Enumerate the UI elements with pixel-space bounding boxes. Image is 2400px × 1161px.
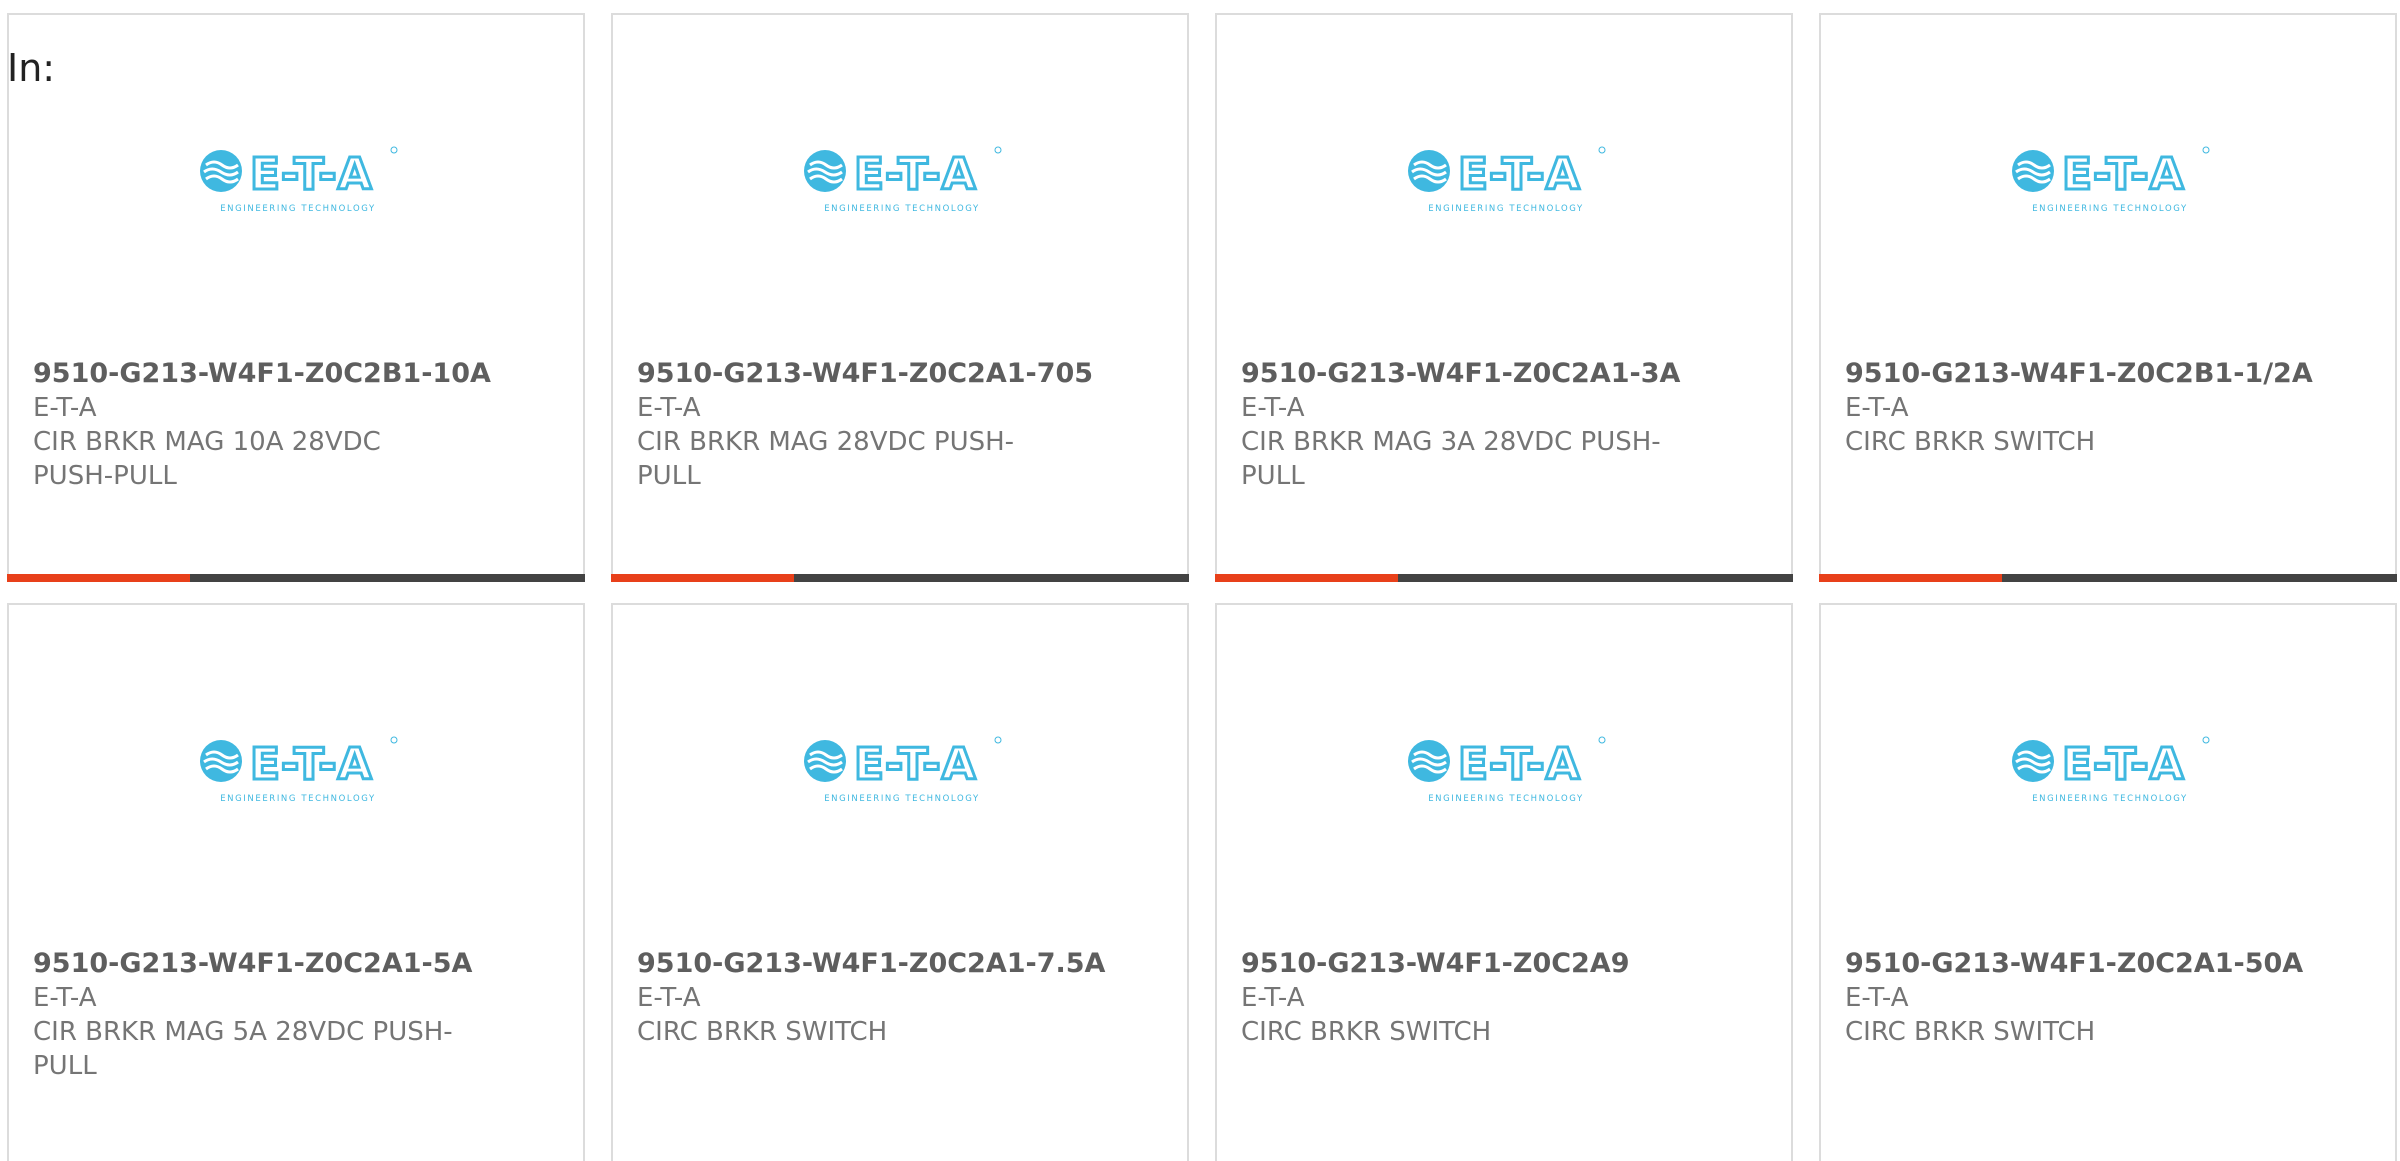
manufacturer-name: E-T-A [33, 393, 97, 423]
svg-text:E-T-A: E-T-A [1458, 739, 1581, 790]
product-info: 9510-G213-W4F1-Z0C2A9 E-T-A CIRC BRKR SWIT… [1241, 947, 1691, 1049]
product-info: 9510-G213-W4F1-Z0C2A1-7.5A E-T-A CIRC BRKR… [637, 947, 1105, 1049]
eta-logo-image: E-T-A ENGINEERING TECHNOLOGY [1406, 735, 1606, 807]
svg-text:E-T-A: E-T-A [854, 739, 977, 790]
product-description: CIRC BRKR SWITCH [1241, 1017, 1492, 1047]
eta-logo-icon [804, 150, 846, 192]
svg-text:E-T-A: E-T-A [2062, 149, 2185, 200]
product-description: CIRC BRKR SWITCH [1845, 1017, 2096, 1047]
product-card[interactable]: E-T-A ENGINEERING TECHNOLOGY 9510-G213-W4F… [1215, 13, 1793, 582]
product-card[interactable]: E-T-A ENGINEERING TECHNOLOGY 9510-G213-W4F… [1819, 603, 2397, 1161]
svg-text:ENGINEERING TECHNOLOGY: ENGINEERING TECHNOLOGY [2032, 794, 2188, 804]
eta-logo-icon [1408, 150, 1450, 192]
part-number-link[interactable]: 9510-G213-W4F1-Z0C2A1-5A [33, 947, 483, 981]
manufacturer-name: E-T-A [1845, 983, 1909, 1013]
product-grid: E-T-A ENGINEERING TECHNOLOGY 9510-G213-W4F… [7, 13, 2400, 1161]
eta-logo-image: E-T-A ENGINEERING TECHNOLOGY [2010, 145, 2210, 217]
product-description: CIR BRKR MAG 10A 28VDC PUSH-PULL [33, 427, 381, 491]
product-card[interactable]: E-T-A ENGINEERING TECHNOLOGY 9510-G213-W4F… [611, 13, 1189, 582]
svg-text:ENGINEERING TECHNOLOGY: ENGINEERING TECHNOLOGY [1428, 204, 1584, 214]
svg-text:E-T-A: E-T-A [854, 149, 977, 200]
svg-text:E-T-A: E-T-A [2062, 739, 2185, 790]
card-accent-bar [7, 574, 190, 582]
product-info: 9510-G213-W4F1-Z0C2B1-10A E-T-A CIR BRKR M… [33, 357, 491, 493]
svg-text:ENGINEERING TECHNOLOGY: ENGINEERING TECHNOLOGY [220, 794, 376, 804]
eta-logo-image: E-T-A ENGINEERING TECHNOLOGY [2010, 735, 2210, 807]
manufacturer-name: E-T-A [1845, 393, 1909, 423]
eta-logo-icon [200, 740, 242, 782]
manufacturer-name: E-T-A [637, 983, 701, 1013]
part-number-link[interactable]: 9510-G213-W4F1-Z0C2A9 [1241, 947, 1691, 981]
product-info: 9510-G213-W4F1-Z0C2A1-50A E-T-A CIRC BRKR … [1845, 947, 2303, 1049]
card-bottom-bar [7, 574, 585, 582]
eta-logo-image: E-T-A ENGINEERING TECHNOLOGY [198, 145, 398, 217]
card-accent-bar [1215, 574, 1398, 582]
product-card[interactable]: E-T-A ENGINEERING TECHNOLOGY 9510-G213-W4F… [7, 603, 585, 1161]
product-info: 9510-G213-W4F1-Z0C2A1-3A E-T-A CIR BRKR MA… [1241, 357, 1691, 493]
svg-text:E-T-A: E-T-A [1458, 149, 1581, 200]
eta-logo-image: E-T-A ENGINEERING TECHNOLOGY [802, 735, 1002, 807]
part-number-link[interactable]: 9510-G213-W4F1-Z0C2B1-1/2A [1845, 357, 2313, 391]
part-number-link[interactable]: 9510-G213-W4F1-Z0C2A1-50A [1845, 947, 2303, 981]
eta-logo-icon [804, 740, 846, 782]
product-description: CIR BRKR MAG 3A 28VDC PUSH-PULL [1241, 427, 1661, 491]
manufacturer-name: E-T-A [637, 393, 701, 423]
product-info: 9510-G213-W4F1-Z0C2A1-705 E-T-A CIR BRKR M… [637, 357, 1093, 493]
card-bottom-bar [1819, 574, 2397, 582]
part-number-link[interactable]: 9510-G213-W4F1-Z0C2A1-705 [637, 357, 1093, 391]
product-info: 9510-G213-W4F1-Z0C2A1-5A E-T-A CIR BRKR MA… [33, 947, 483, 1083]
svg-text:ENGINEERING TECHNOLOGY: ENGINEERING TECHNOLOGY [220, 204, 376, 214]
product-card[interactable]: E-T-A ENGINEERING TECHNOLOGY 9510-G213-W4F… [611, 603, 1189, 1161]
svg-text:ENGINEERING TECHNOLOGY: ENGINEERING TECHNOLOGY [1428, 794, 1584, 804]
product-card[interactable]: E-T-A ENGINEERING TECHNOLOGY 9510-G213-W4F… [1215, 603, 1793, 1161]
eta-logo-icon [200, 150, 242, 192]
svg-text:ENGINEERING TECHNOLOGY: ENGINEERING TECHNOLOGY [2032, 204, 2188, 214]
part-number-link[interactable]: 9510-G213-W4F1-Z0C2B1-10A [33, 357, 491, 391]
svg-text:ENGINEERING TECHNOLOGY: ENGINEERING TECHNOLOGY [824, 204, 980, 214]
eta-logo-image: E-T-A ENGINEERING TECHNOLOGY [802, 145, 1002, 217]
product-results-page: In: E-T-A ENGINEERING TECHNOLOGY 9510-G213… [0, 0, 2400, 1161]
product-description: CIRC BRKR SWITCH [637, 1017, 888, 1047]
svg-text:ENGINEERING TECHNOLOGY: ENGINEERING TECHNOLOGY [824, 794, 980, 804]
filter-in-label: In: [7, 46, 56, 90]
product-description: CIRC BRKR SWITCH [1845, 427, 2096, 457]
manufacturer-name: E-T-A [1241, 983, 1305, 1013]
manufacturer-name: E-T-A [33, 983, 97, 1013]
card-bottom-bar [1215, 574, 1793, 582]
eta-logo-image: E-T-A ENGINEERING TECHNOLOGY [1406, 145, 1606, 217]
product-description: CIR BRKR MAG 28VDC PUSH-PULL [637, 427, 1015, 491]
svg-text:E-T-A: E-T-A [250, 739, 373, 790]
manufacturer-name: E-T-A [1241, 393, 1305, 423]
part-number-link[interactable]: 9510-G213-W4F1-Z0C2A1-7.5A [637, 947, 1105, 981]
eta-logo-icon [2012, 150, 2054, 192]
eta-logo-image: E-T-A ENGINEERING TECHNOLOGY [198, 735, 398, 807]
eta-logo-icon [1408, 740, 1450, 782]
part-number-link[interactable]: 9510-G213-W4F1-Z0C2A1-3A [1241, 357, 1691, 391]
card-accent-bar [611, 574, 794, 582]
svg-text:E-T-A: E-T-A [250, 149, 373, 200]
card-accent-bar [1819, 574, 2002, 582]
card-bottom-bar [611, 574, 1189, 582]
product-card[interactable]: E-T-A ENGINEERING TECHNOLOGY 9510-G213-W4F… [7, 13, 585, 582]
product-description: CIR BRKR MAG 5A 28VDC PUSH-PULL [33, 1017, 453, 1081]
eta-logo-icon [2012, 740, 2054, 782]
product-card[interactable]: E-T-A ENGINEERING TECHNOLOGY 9510-G213-W4F… [1819, 13, 2397, 582]
product-info: 9510-G213-W4F1-Z0C2B1-1/2A E-T-A CIRC BRKR… [1845, 357, 2313, 459]
